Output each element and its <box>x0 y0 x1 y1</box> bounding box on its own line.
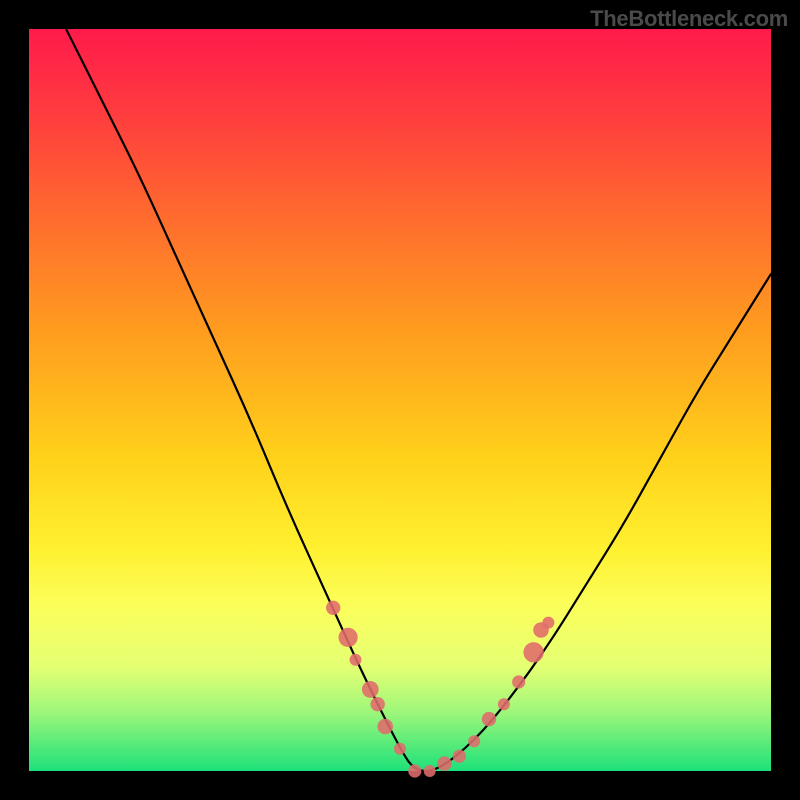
data-marker <box>326 601 340 615</box>
data-marker <box>468 735 480 747</box>
chart-svg <box>29 29 771 771</box>
data-marker <box>482 712 496 726</box>
data-marker <box>339 628 358 647</box>
data-marker <box>512 675 525 688</box>
data-marker <box>523 642 543 662</box>
data-marker <box>394 743 406 755</box>
data-marker <box>362 681 379 698</box>
data-marker <box>542 617 554 629</box>
watermark-text: TheBottleneck.com <box>590 6 788 32</box>
data-marker <box>424 765 436 777</box>
data-marker <box>408 764 421 777</box>
bottleneck-curve <box>66 29 771 771</box>
data-marker <box>498 698 510 710</box>
data-marker <box>371 697 385 711</box>
chart-frame: TheBottleneck.com <box>0 0 800 800</box>
curve-layer <box>66 29 771 771</box>
marker-layer <box>326 601 554 778</box>
data-marker <box>437 756 451 770</box>
data-marker <box>350 654 362 666</box>
plot-area <box>29 29 771 771</box>
data-marker <box>377 719 393 735</box>
data-marker <box>453 750 466 763</box>
